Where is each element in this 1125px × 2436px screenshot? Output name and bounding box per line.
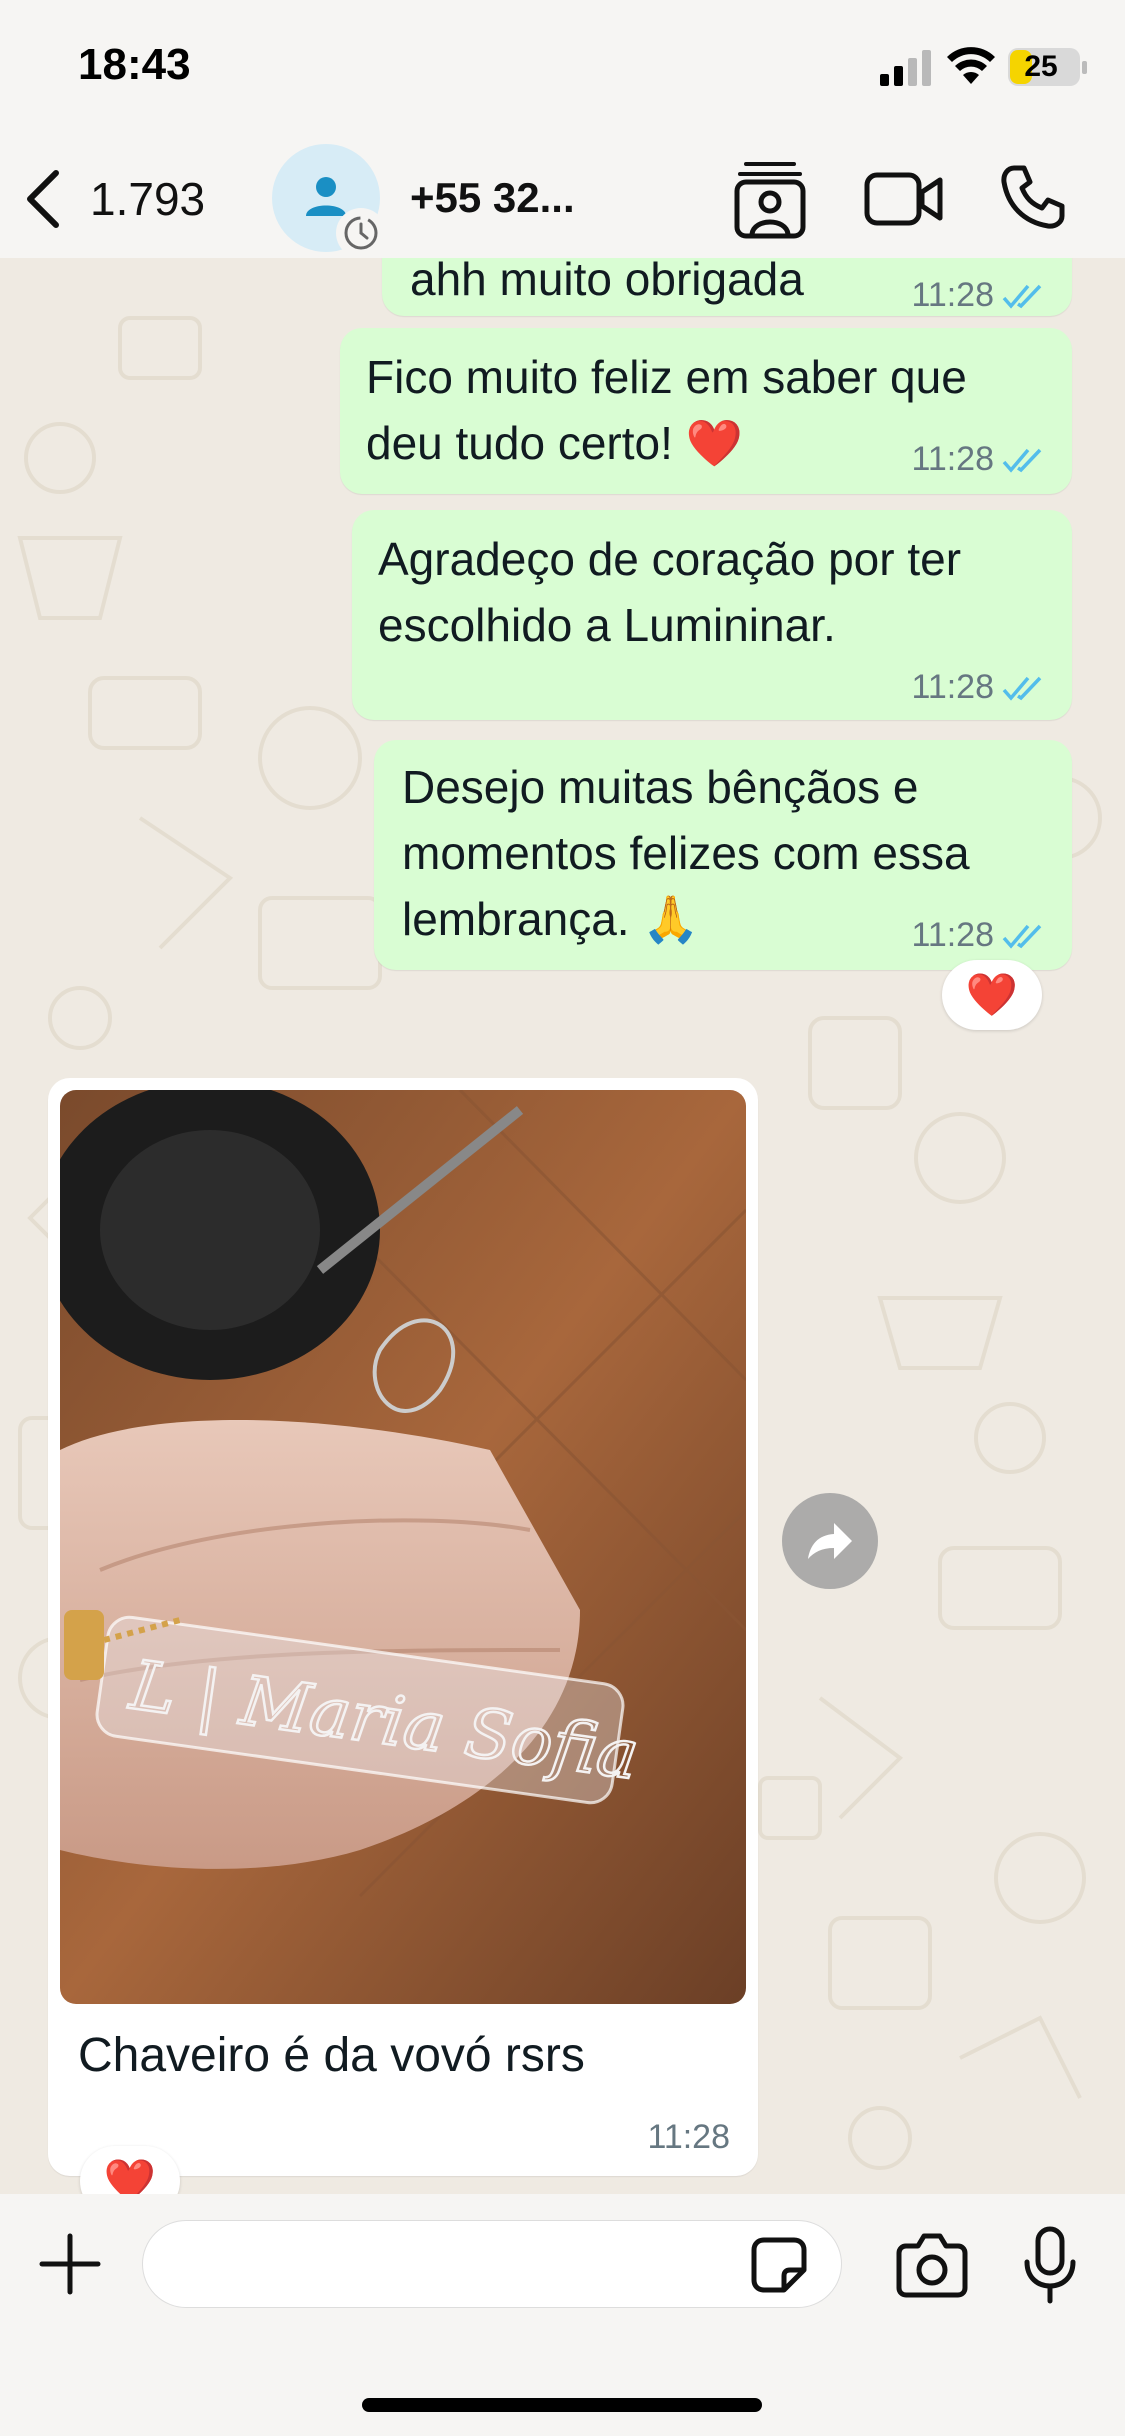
forward-button[interactable] <box>782 1493 878 1589</box>
sticker-icon[interactable] <box>750 2236 808 2294</box>
read-ticks-icon <box>1002 676 1042 701</box>
battery-level: 25 <box>1024 50 1058 83</box>
message-text-line: deu tudo certo! ❤️ <box>366 417 743 469</box>
message-bubble-outgoing[interactable]: Agradeço de coração por ter escolhido a … <box>352 510 1072 720</box>
chat-header: 1.793 +55 32... <box>0 140 1125 258</box>
wifi-icon <box>947 47 995 84</box>
phone-call-icon[interactable] <box>1000 164 1066 230</box>
message-text-line: escolhido a Lumininar. <box>378 599 836 651</box>
message-time: 11:28 <box>911 668 994 706</box>
avatar[interactable] <box>272 144 386 258</box>
signal-icon <box>880 50 931 86</box>
chat-area[interactable]: ahh muito obrigada 11:28 Fico muito feli… <box>0 258 1125 2194</box>
message-time: 11:28 <box>911 276 994 314</box>
contact-name[interactable]: +55 32... <box>410 174 575 222</box>
message-time: 11:28 <box>911 440 994 478</box>
message-text: ahh muito obrigada <box>410 258 804 305</box>
message-time: 11:28 <box>647 2118 730 2156</box>
plus-icon[interactable] <box>38 2232 102 2296</box>
unread-count: 1.793 <box>90 173 206 225</box>
message-input[interactable] <box>142 2220 842 2308</box>
reaction-heart[interactable]: ❤️ <box>80 2146 180 2194</box>
camera-icon[interactable] <box>896 2230 968 2298</box>
contact-card-icon[interactable] <box>734 158 806 240</box>
message-text-line: lembrança. 🙏 <box>402 893 700 945</box>
video-call-icon[interactable] <box>864 170 944 228</box>
status-time: 18:43 <box>78 40 191 89</box>
message-text-line: Desejo muitas bênçãos e <box>402 761 919 813</box>
microphone-icon[interactable] <box>1022 2226 1078 2304</box>
photo-keychain-illustration: L | Maria Sofia <box>60 1090 746 2004</box>
reaction-heart[interactable]: ❤️ <box>942 960 1042 1030</box>
reaction-emoji: ❤️ <box>103 2156 157 2195</box>
message-text-line: Agradeço de coração por ter <box>378 533 962 585</box>
message-meta: 11:28 <box>911 440 1046 479</box>
message-meta: 11:28 <box>911 276 1046 315</box>
read-ticks-icon <box>1002 448 1042 473</box>
message-bubble-outgoing[interactable]: Fico muito feliz em saber que deu tudo c… <box>340 328 1072 494</box>
message-meta: 11:28 <box>911 668 1046 707</box>
message-text-line: Fico muito feliz em saber que <box>366 351 967 403</box>
read-ticks-icon <box>1002 284 1042 309</box>
read-ticks-icon <box>1002 924 1042 949</box>
disappearing-timer-icon <box>344 216 378 250</box>
message-bubble-outgoing[interactable]: Desejo muitas bênçãos e momentos felizes… <box>374 740 1072 970</box>
status-bar: 18:43 25 <box>0 0 1125 140</box>
forward-arrow-icon <box>808 1523 852 1559</box>
back-button[interactable]: 1.793 <box>22 164 222 234</box>
reaction-emoji: ❤️ <box>965 970 1019 1018</box>
message-text-line: momentos felizes com essa <box>402 827 970 879</box>
message-bubble-outgoing[interactable]: ahh muito obrigada 11:28 <box>382 258 1072 316</box>
battery-icon: 25 <box>1008 48 1087 86</box>
message-bubble-incoming[interactable]: L | Maria Sofia Chaveiro é da vovó rsrs … <box>48 1078 758 2176</box>
message-photo[interactable]: L | Maria Sofia <box>60 1090 746 2004</box>
home-indicator[interactable] <box>362 2398 762 2412</box>
message-meta: 11:28 <box>911 916 1046 955</box>
chevron-left-icon <box>27 170 59 228</box>
message-time: 11:28 <box>911 916 994 954</box>
message-caption: Chaveiro é da vovó rsrs <box>78 2029 585 2082</box>
